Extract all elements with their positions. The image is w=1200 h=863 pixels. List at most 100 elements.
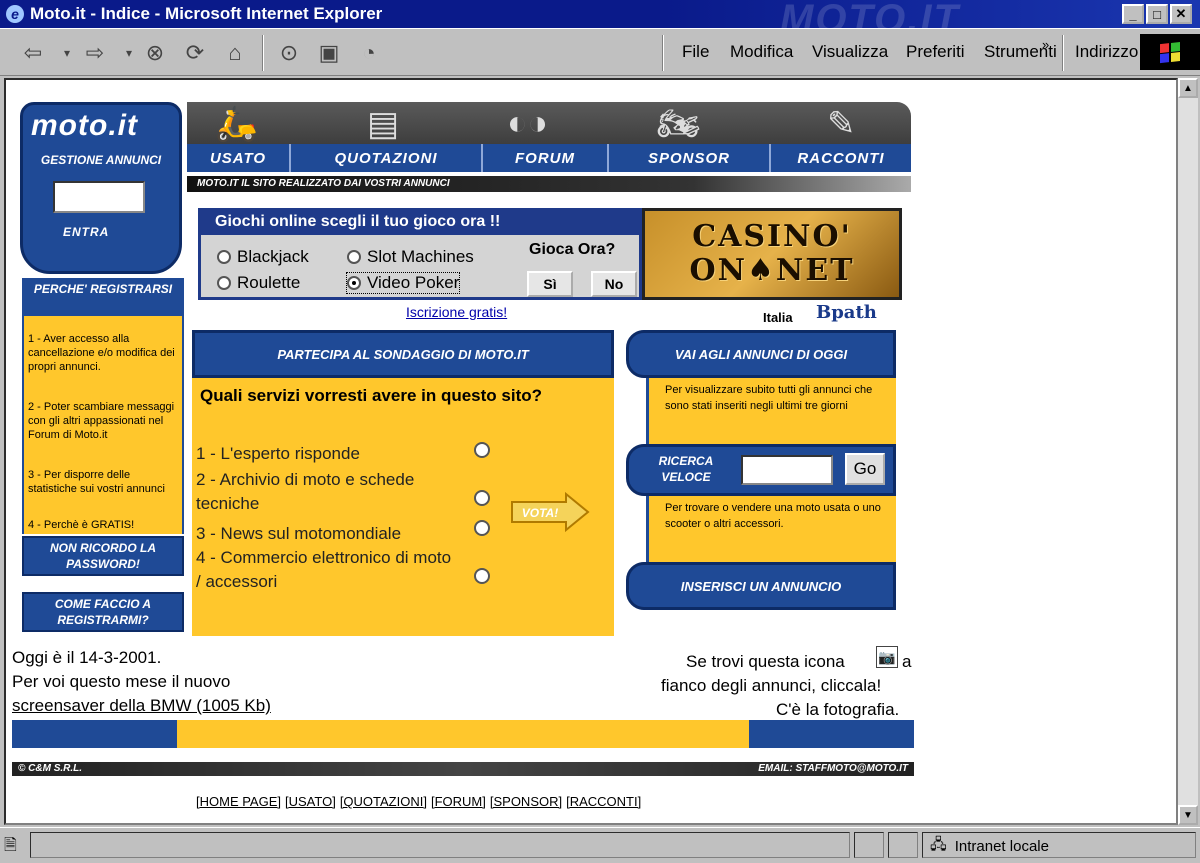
games-box: Giochi online scegli il tuo gioco ora !!… [198, 208, 642, 300]
poll-radio-2[interactable] [474, 490, 490, 506]
perche-registrarsi-list: 1 - Aver accesso alla cancellazione e/o … [22, 316, 184, 534]
gestione-label: GESTIONE ANNUNCI [40, 153, 162, 167]
zone-label: Intranet locale [954, 838, 1049, 855]
minimize-button[interactable]: _ [1122, 4, 1144, 24]
entra-button[interactable]: ENTRA [63, 225, 109, 239]
close-button[interactable]: ✕ [1170, 4, 1192, 24]
calculator-icon: ▤ [367, 105, 400, 143]
search-icon[interactable]: ⊙ [274, 39, 304, 67]
tagline: MOTO.IT IL SITO REALIZZATO DAI VOSTRI AN… [187, 176, 911, 192]
bmw-screensaver-link[interactable]: screensaver della BMW (1005 Kb) [12, 694, 271, 718]
gestione-annunci-panel: moto.it GESTIONE ANNUNCI ENTRA [20, 102, 182, 274]
poll-radio-3[interactable] [474, 520, 490, 536]
title-watermark: MOTO.IT [780, 0, 960, 28]
copyright: © C&M S.R.L. [18, 763, 83, 774]
icona-text-a: a [902, 652, 912, 671]
ricerca-veloce-panel: RICERCA VELOCE Go [626, 444, 896, 496]
window-title: Moto.it - Indice - Microsoft Internet Ex… [30, 4, 383, 23]
page-status-icon: 🗎 [4, 837, 17, 854]
footer-link-quotazioni[interactable]: [QUOTAZIONI] [340, 794, 427, 809]
casino-banner[interactable]: CASINO' ON♠NET [642, 208, 902, 300]
poll-question: Quali servizi vorresti avere in questo s… [200, 386, 543, 405]
nav-forum[interactable]: FORUM [483, 144, 609, 172]
menu-preferiti[interactable]: Preferiti [906, 42, 965, 62]
back-dropdown-icon[interactable]: ▾ [52, 39, 82, 67]
stop-icon[interactable]: ⊗ [140, 39, 170, 67]
radio-roulette[interactable]: Roulette [217, 273, 300, 293]
status-bar: 🗎 🖧 Intranet locale [0, 827, 1200, 863]
nav-sponsor[interactable]: SPONSOR [609, 144, 771, 172]
casino-title: CASINO' [692, 219, 852, 254]
poll-radio-4[interactable] [474, 568, 490, 584]
fianco-text: fianco degli annunci, cliccala! [661, 676, 882, 695]
nav-usato[interactable]: USATO [187, 144, 291, 172]
email-link[interactable]: EMAIL: STAFFMOTO@MOTO.IT [758, 762, 908, 776]
windows-logo-icon [1140, 34, 1200, 70]
pen-icon: ✎ [827, 105, 856, 143]
bpath-logo[interactable]: Bpath [816, 302, 877, 323]
poll-option: 3 - News sul motomondiale [196, 524, 402, 543]
vertical-scrollbar[interactable]: ▲ ▼ [1178, 78, 1198, 825]
scroll-down-icon[interactable]: ▼ [1178, 805, 1198, 825]
mese-text: Per voi questo mese il nuovo [12, 672, 231, 691]
poll-header[interactable]: PARTECIPA AL SONDAGGIO DI MOTO.IT [192, 330, 614, 378]
password-link[interactable]: NON RICORDO LA PASSWORD! [22, 536, 184, 576]
footer-link-forum[interactable]: [FORUM] [431, 794, 486, 809]
scroll-up-icon[interactable]: ▲ [1178, 78, 1198, 98]
menu-visualizza[interactable]: Visualizza [812, 42, 888, 62]
site-logo[interactable]: moto.it [31, 109, 138, 143]
radio-blackjack[interactable]: Blackjack [217, 247, 309, 267]
forward-arrow-icon[interactable]: ⇨ [80, 39, 110, 67]
ricerca-desc: Per trovare o vendere una moto usata o u… [646, 496, 896, 562]
ricerca-input[interactable] [741, 455, 833, 485]
motorcycle-icon: 🏍 [657, 105, 701, 143]
poll-option: 1 - L'esperto risponde [196, 444, 360, 463]
intranet-icon: 🖧 [930, 836, 947, 853]
favorites-icon[interactable]: ▣ [314, 39, 344, 67]
main-nav: USATO QUOTAZIONI FORUM SPONSOR RACCONTI [187, 144, 911, 172]
date-text: Oggi è il 14-3-2001. [12, 648, 162, 667]
vota-button[interactable]: VOTA! [510, 492, 590, 532]
address-label: Indirizzo [1075, 42, 1139, 61]
title-bar: e Moto.it - Indice - Microsoft Internet … [0, 0, 1200, 28]
nav-racconti[interactable]: RACCONTI [771, 144, 911, 172]
perche-registrarsi-header: PERCHE' REGISTRARSI [22, 278, 184, 316]
poll-box: PARTECIPA AL SONDAGGIO DI MOTO.IT Quali … [192, 330, 614, 636]
maximize-button[interactable]: □ [1146, 4, 1168, 24]
perche-item: 4 - Perchè è GRATIS! [28, 519, 135, 531]
menu-modifica[interactable]: Modifica [730, 42, 793, 62]
go-button[interactable]: Go [845, 453, 885, 485]
back-arrow-icon[interactable]: ⇦ [18, 39, 48, 67]
poll-option: 4 - Commercio elettronico di moto / acce… [196, 548, 452, 591]
iscrizione-link[interactable]: Iscrizione gratis! [406, 304, 507, 320]
camera-icon: 📷 [876, 646, 898, 668]
poll-radio-1[interactable] [474, 442, 490, 458]
toolbar: ⇦ ▾ ⇨ ▾ ⊗ ⟳ ⌂ ⊙ ▣ ◔ File Modifica Visual… [0, 28, 1200, 76]
casino-subtitle: ON♠NET [689, 253, 855, 288]
inserisci-annuncio-button[interactable]: INSERISCI UN ANNUNCIO [626, 562, 896, 610]
home-icon[interactable]: ⌂ [220, 39, 250, 67]
footer-bar: © C&M S.R.L. EMAIL: STAFFMOTO@MOTO.IT [12, 762, 914, 776]
no-button[interactable]: No [591, 271, 637, 297]
ie-logo-icon: e [6, 5, 24, 23]
menu-file[interactable]: File [682, 42, 709, 62]
footer-link-usato[interactable]: [USATO] [285, 794, 336, 809]
history-icon[interactable]: ◔ [354, 39, 384, 67]
nav-quotazioni[interactable]: QUOTAZIONI [291, 144, 483, 172]
menu-more-chevron[interactable]: » [1042, 37, 1049, 52]
masks-icon: ◐◑ [507, 104, 549, 142]
refresh-icon[interactable]: ⟳ [180, 39, 210, 67]
footer-link-racconti[interactable]: [RACCONTI] [566, 794, 641, 809]
radio-slot-machines[interactable]: Slot Machines [347, 247, 474, 267]
come-registrarsi-link[interactable]: COME FACCIO A REGISTRARMI? [22, 592, 184, 632]
annunci-oggi-button[interactable]: VAI AGLI ANNUNCI DI OGGI [626, 330, 896, 378]
icona-text: Se trovi questa icona [686, 652, 845, 671]
footer-link-home[interactable]: [HOME PAGE] [196, 794, 281, 809]
security-zone: 🖧 Intranet locale [930, 834, 1049, 859]
ricerca-label: RICERCA VELOCE [658, 454, 714, 484]
radio-video-poker[interactable]: Video Poker [345, 272, 461, 294]
login-input[interactable] [53, 181, 145, 213]
footer-link-sponsor[interactable]: [SPONSOR] [490, 794, 562, 809]
perche-item: 1 - Aver accesso alla cancellazione e/o … [28, 333, 175, 373]
si-button[interactable]: Sì [527, 271, 573, 297]
